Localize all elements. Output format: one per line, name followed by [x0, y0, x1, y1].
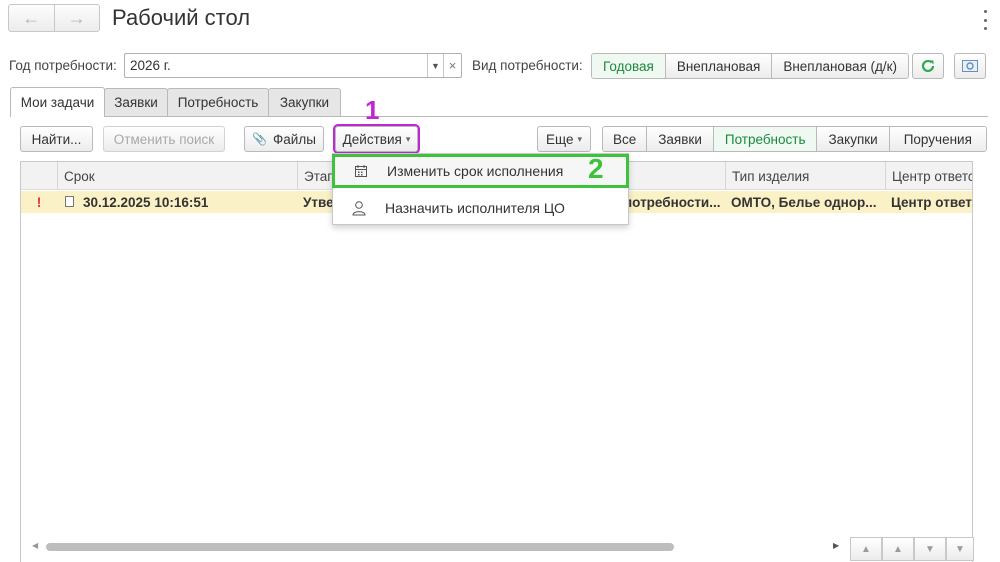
need-type-switch: Годовая Внеплановая Внеплановая (д/к)	[591, 53, 910, 79]
center-cell: Центр ответс	[891, 194, 972, 210]
need-type-label: Вид потребности:	[472, 58, 583, 73]
stage-cell-tail: потребности...	[624, 194, 721, 210]
report-settings-icon	[962, 60, 978, 72]
filter-requests[interactable]: Заявки	[646, 127, 713, 151]
year-value: 2026 г.	[130, 58, 171, 73]
deadline-cell: 30.12.2025 10:16:51	[83, 194, 209, 210]
tab-need[interactable]: Потребность	[167, 88, 269, 116]
navigation-buttons: ← →	[8, 4, 100, 32]
scroll-left-icon[interactable]: ◀	[32, 541, 38, 550]
cancel-search-button[interactable]: Отменить поиск	[103, 126, 225, 152]
report-settings-button[interactable]	[954, 53, 986, 79]
arrow-left-icon[interactable]: ←	[9, 5, 55, 31]
tab-requests[interactable]: Заявки	[104, 88, 168, 116]
clear-icon[interactable]: ×	[443, 54, 461, 77]
year-label: Год потребности:	[9, 58, 117, 73]
files-button[interactable]: 📎 Файлы	[244, 126, 324, 152]
year-field[interactable]: 2026 г. ▼ ×	[124, 53, 462, 78]
annotation-marker-1: 1	[365, 95, 380, 125]
column-header-center[interactable]: Центр ответс	[885, 162, 972, 190]
more-label: Еще	[546, 131, 574, 147]
actions-label: Действия	[342, 131, 402, 147]
page-up-icon[interactable]: ▲	[882, 537, 914, 561]
page-down-icon[interactable]: ▼	[914, 537, 946, 561]
column-header-deadline[interactable]: Срок	[57, 162, 297, 190]
find-button[interactable]: Найти...	[20, 126, 93, 152]
refresh-icon	[921, 59, 935, 73]
actions-menu: Изменить срок исполнения Назначить испол…	[332, 153, 629, 225]
paperclip-icon: 📎	[252, 132, 268, 146]
arrow-right-icon[interactable]: →	[55, 5, 100, 31]
user-icon	[333, 200, 385, 216]
filter-need[interactable]: Потребность	[712, 127, 817, 151]
actions-button[interactable]: Действия ▾	[333, 124, 420, 154]
scroll-to-bottom-icon[interactable]: ▼	[946, 537, 974, 561]
scroll-right-icon[interactable]: ▶	[833, 541, 839, 550]
priority-flag-icon: !	[36, 194, 42, 210]
filter-assignments[interactable]: Поручения	[888, 127, 986, 151]
annotation-marker-2: 2	[588, 153, 604, 184]
tab-purchases[interactable]: Закупки	[268, 88, 341, 116]
need-type-unplanned-dk[interactable]: Внеплановая (д/к)	[771, 54, 909, 78]
menu-item-change-deadline[interactable]: Изменить срок исполнения	[332, 154, 629, 188]
calendar-icon	[335, 164, 387, 178]
task-icon	[65, 196, 74, 207]
task-filter-switch: Все Заявки Потребность Закупки Поручения	[602, 126, 987, 152]
filter-purchases[interactable]: Закупки	[816, 127, 889, 151]
scroll-to-top-icon[interactable]: ▲	[850, 537, 882, 561]
item-type-cell: ОМТО, Белье однор...	[731, 194, 877, 210]
filter-all[interactable]: Все	[603, 127, 647, 151]
dropdown-icon[interactable]: ▼	[427, 54, 443, 77]
menu-item-assign-executor[interactable]: Назначить исполнителя ЦО	[333, 191, 629, 225]
need-type-annual[interactable]: Годовая	[592, 54, 665, 78]
more-button[interactable]: Еще ▾	[537, 126, 591, 152]
tab-my-tasks[interactable]: Мои задачи	[10, 87, 105, 117]
horizontal-scrollbar-thumb[interactable]	[46, 543, 674, 551]
menu-item-label: Назначить исполнителя ЦО	[385, 200, 565, 216]
files-label: Файлы	[273, 131, 316, 147]
need-type-unplanned[interactable]: Внеплановая	[664, 54, 772, 78]
chevron-down-icon: ▾	[405, 133, 411, 144]
menu-item-label: Изменить срок исполнения	[387, 163, 564, 179]
chevron-down-icon: ▾	[577, 133, 582, 144]
flag-column-header	[21, 162, 57, 190]
tabs-divider	[10, 116, 988, 117]
column-header-item-type[interactable]: Тип изделия	[725, 162, 885, 190]
kebab-menu-icon[interactable]	[980, 10, 990, 30]
page-title: Рабочий стол	[112, 5, 251, 30]
refresh-button[interactable]	[912, 53, 944, 79]
